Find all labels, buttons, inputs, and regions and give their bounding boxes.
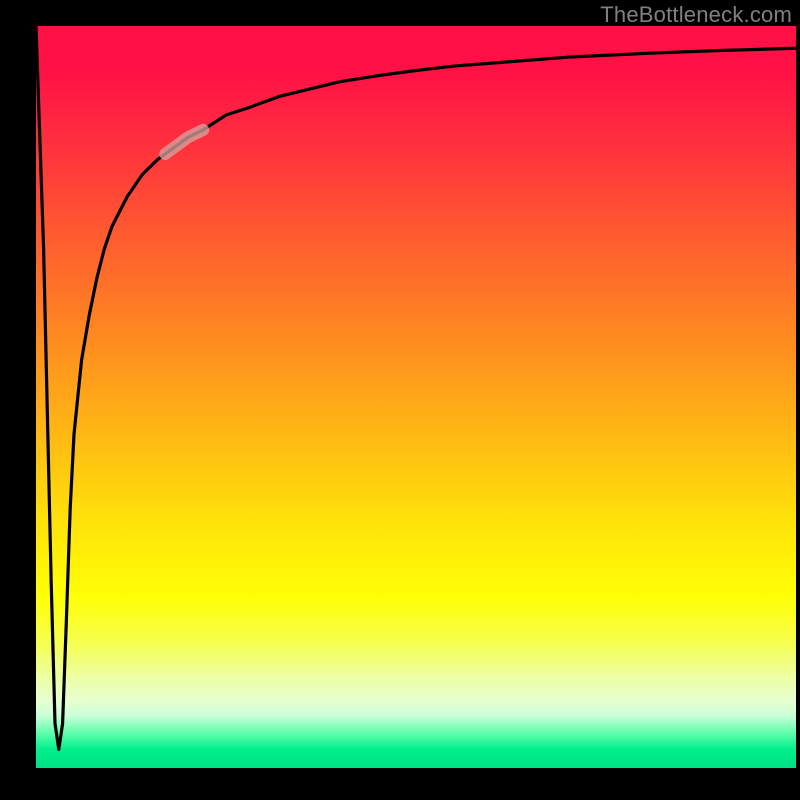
curve-layer — [36, 26, 796, 768]
watermark-text: TheBottleneck.com — [600, 2, 792, 28]
bottleneck-curve — [36, 26, 796, 749]
plot-area — [36, 26, 796, 768]
chart-frame: TheBottleneck.com — [0, 0, 800, 800]
curve-highlight-segment — [165, 130, 203, 154]
